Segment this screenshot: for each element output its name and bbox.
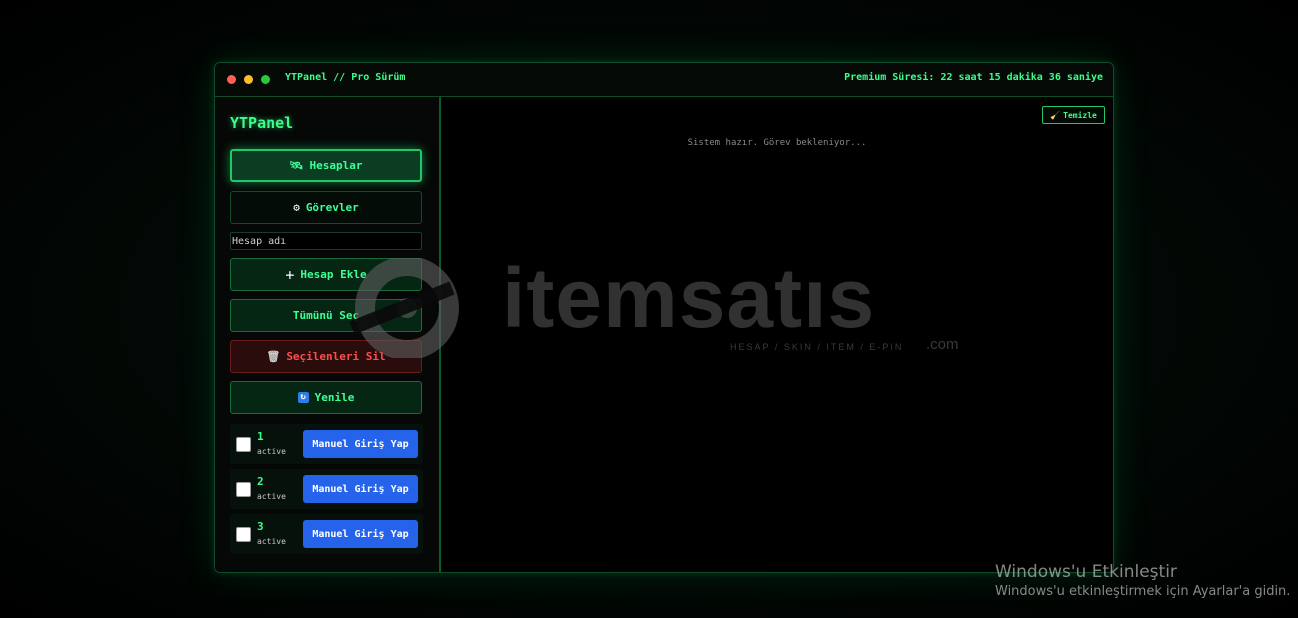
account-status: active [257,492,286,501]
refresh-button[interactable]: ↻ Yenile [230,381,422,414]
close-window-button[interactable] [227,75,236,84]
refresh-label: Yenile [314,391,355,404]
nav-accounts-button[interactable]: 🛰 Hesaplar [230,149,422,182]
account-checkbox[interactable] [236,527,251,542]
account-row: 1 active Manuel Giriş Yap [230,424,423,464]
minimize-window-button[interactable] [244,75,253,84]
delete-selected-button[interactable]: 🗑 Seçilenleri Sil [230,340,422,373]
clear-console-label: Temizle [1063,110,1097,120]
console-status-message: Sistem hazır. Görev bekleniyor... [687,138,867,148]
clear-console-button[interactable]: 🧹 Temizle [1042,106,1105,124]
satellite-icon: 🛰 [289,159,304,172]
account-row: 3 active Manuel Giriş Yap [230,514,423,554]
brand-title: YTPanel [230,114,294,132]
account-row: 2 active Manuel Giriş Yap [230,469,423,509]
account-number: 3 [257,520,264,533]
account-number: 1 [257,430,264,443]
account-number: 2 [257,475,264,488]
trash-icon: 🗑 [266,350,281,363]
select-all-label: Tümünü Seç [292,309,360,322]
refresh-icon: ↻ [297,392,309,403]
title-bar: YTPanel // Pro Sürüm Premium Süresi: 22 … [215,63,1113,97]
app-window: YTPanel // Pro Sürüm Premium Süresi: 22 … [214,62,1114,573]
broom-icon: 🧹 [1050,110,1061,120]
activation-subtitle: Windows'u etkinleştirmek için Ayarlar'a … [995,584,1291,599]
plus-icon: + [285,265,295,284]
nav-tasks-label: Görevler [305,201,359,214]
sidebar: YTPanel 🛰 Hesaplar ⚙ Görevler + Hesap Ek… [215,97,441,572]
window-title: YTPanel // Pro Sürüm [285,72,406,83]
add-account-label: Hesap Ekle [300,268,367,281]
manual-login-button[interactable]: Manuel Giriş Yap [303,475,418,503]
console-panel: 🧹 Temizle Sistem hazır. Görev bekleniyor… [441,97,1113,572]
manual-login-button[interactable]: Manuel Giriş Yap [303,520,418,548]
account-name-input[interactable] [230,232,422,250]
add-account-button[interactable]: + Hesap Ekle [230,258,422,291]
desktop: YTPanel // Pro Sürüm Premium Süresi: 22 … [0,0,1298,618]
account-checkbox[interactable] [236,482,251,497]
account-checkbox[interactable] [236,437,251,452]
activation-title: Windows'u Etkinleştir [995,562,1177,582]
account-status: active [257,447,286,456]
premium-timer: Premium Süresi: 22 saat 15 dakika 36 san… [844,72,1103,83]
delete-selected-label: Seçilenleri Sil [286,350,386,363]
nav-tasks-button[interactable]: ⚙ Görevler [230,191,422,224]
account-status: active [257,537,286,546]
windows-activation-notice: Windows'u Etkinleştir Windows'u etkinleş… [995,562,1290,599]
select-all-button[interactable]: Tümünü Seç [230,299,422,332]
gear-icon: ⚙ [293,201,300,214]
maximize-window-button[interactable] [261,75,270,84]
manual-login-button[interactable]: Manuel Giriş Yap [303,430,418,458]
nav-accounts-label: Hesaplar [309,159,363,172]
